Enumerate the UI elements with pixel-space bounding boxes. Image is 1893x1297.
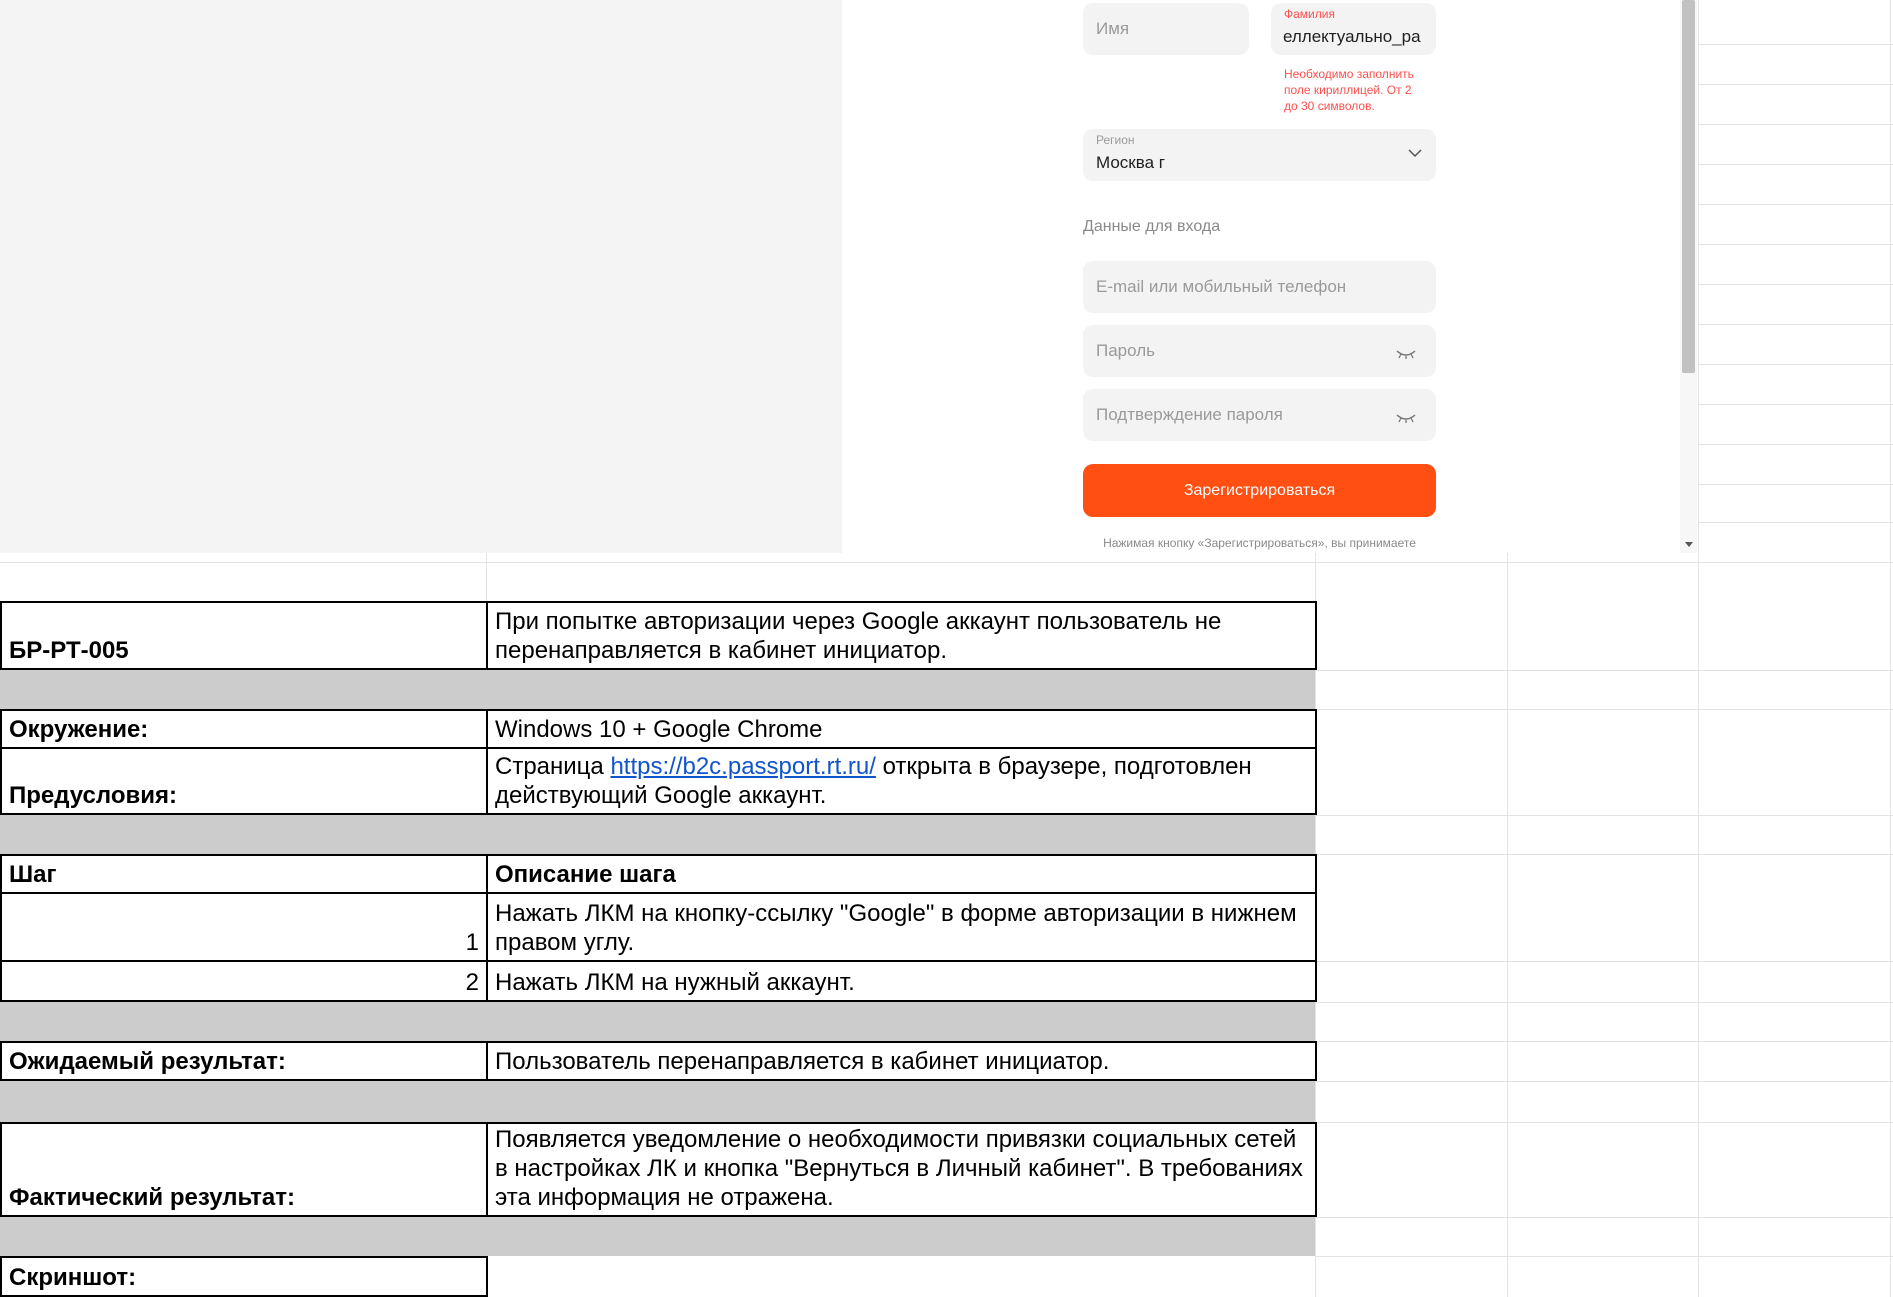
grid-vline [1890, 0, 1891, 1297]
grid-hline [1315, 961, 1893, 962]
login-section-title: Данные для входа [1083, 218, 1221, 235]
chevron-down-icon [1408, 149, 1422, 158]
preconditions-label-cell[interactable]: Предусловия: [0, 747, 488, 815]
environment-label-cell[interactable]: Окружение: [0, 709, 488, 749]
eye-closed-icon[interactable] [1396, 413, 1416, 423]
grid-vline [1507, 553, 1508, 1297]
email-placeholder: E-mail или мобильный телефон [1096, 277, 1347, 296]
screenshot-label-cell[interactable]: Скриншот: [0, 1256, 488, 1297]
terms-text: Нажимая кнопку «Зарегистрироваться», вы … [1103, 536, 1416, 550]
error-line: до 30 символов. [1284, 99, 1375, 113]
expected-label-cell[interactable]: Ожидаемый результат: [0, 1041, 488, 1081]
grid-hline [1698, 484, 1893, 485]
scroll-down-arrow-icon[interactable] [1684, 541, 1694, 548]
actual-label-cell[interactable]: Фактический результат: [0, 1122, 488, 1217]
first-name-placeholder: Имя [1096, 19, 1130, 38]
last-name-value: еллектуально_ра [1283, 27, 1421, 46]
grid-hline [1698, 324, 1893, 325]
embedded-screenshot: Имя Фамилия еллектуально_ра Необходимо з… [0, 0, 1697, 553]
password-placeholder: Пароль [1096, 341, 1155, 360]
step-number-cell[interactable]: 2 [0, 960, 488, 1002]
grid-hline [1315, 815, 1893, 816]
first-name-field[interactable]: Имя [1083, 3, 1249, 55]
grid-hline [1698, 444, 1893, 445]
scrollbar-thumb[interactable] [1682, 0, 1695, 373]
password-input[interactable]: Пароль [1083, 325, 1436, 377]
register-button[interactable]: Зарегистрироваться [1083, 464, 1436, 517]
last-name-label: Фамилия [1284, 7, 1335, 21]
last-name-error: Необходимо заполнить поле кириллицей. От… [1284, 66, 1414, 114]
environment-value-cell[interactable]: Windows 10 + Google Chrome [486, 709, 1317, 749]
grid-hline [1698, 204, 1893, 205]
grid-hline [1315, 670, 1893, 671]
bug-id-cell[interactable]: БР-РТ-005 [0, 601, 488, 670]
grid-hline [1698, 84, 1893, 85]
bug-summary-cell[interactable]: При попытке авторизации через Google акк… [486, 601, 1317, 670]
screenshot-left-panel [0, 0, 842, 553]
last-name-field[interactable]: Фамилия еллектуально_ра [1271, 3, 1436, 55]
region-label: Регион [1096, 133, 1135, 147]
region-select[interactable]: Регион Москва г [1083, 129, 1436, 181]
grid-hline [1698, 284, 1893, 285]
grid-hline [1315, 854, 1893, 855]
error-line: Необходимо заполнить [1284, 67, 1414, 81]
confirm-password-input[interactable]: Подтверждение пароля [1083, 389, 1436, 441]
grid-hline [1315, 1041, 1893, 1042]
separator-row [0, 815, 1315, 854]
grid-hline [1698, 404, 1893, 405]
expected-value-cell[interactable]: Пользователь перенаправляется в кабинет … [486, 1041, 1317, 1081]
preconditions-text: Страница https://b2c.passport.rt.ru/ отк… [495, 752, 1308, 810]
separator-row [0, 1217, 1315, 1256]
grid-vline [1698, 0, 1699, 1297]
grid-hline [1698, 244, 1893, 245]
eye-closed-icon[interactable] [1396, 349, 1416, 359]
step-text-cell[interactable]: Нажать ЛКМ на нужный аккаунт. [486, 960, 1317, 1002]
confirm-password-placeholder: Подтверждение пароля [1096, 405, 1283, 424]
step-number-cell[interactable]: 1 [0, 892, 488, 962]
preconditions-value-cell[interactable]: Страница https://b2c.passport.rt.ru/ отк… [486, 747, 1317, 815]
grid-hline [1315, 1122, 1893, 1123]
grid-hline [1315, 1217, 1893, 1218]
step-header-cell[interactable]: Шаг [0, 854, 488, 894]
grid-hline [1315, 709, 1893, 710]
separator-row [0, 1002, 1315, 1041]
actual-value-cell[interactable]: Появляется уведомление о необходимости п… [486, 1122, 1317, 1217]
region-value: Москва г [1096, 153, 1165, 172]
grid-hline [1698, 164, 1893, 165]
separator-row [0, 670, 1315, 709]
grid-hline [0, 562, 1893, 563]
separator-row [0, 1081, 1315, 1122]
grid-hline [1698, 522, 1893, 523]
grid-hline [1698, 124, 1893, 125]
grid-hline [1315, 1256, 1893, 1257]
email-input[interactable]: E-mail или мобильный телефон [1083, 261, 1436, 313]
grid-hline [1315, 1081, 1893, 1082]
step-description-header-cell[interactable]: Описание шага [486, 854, 1317, 894]
grid-hline [1315, 1002, 1893, 1003]
grid-hline [1698, 44, 1893, 45]
grid-hline [1698, 364, 1893, 365]
preconditions-text-before: Страница [495, 753, 611, 780]
step-text-cell[interactable]: Нажать ЛКМ на кнопку-ссылку "Google" в ф… [486, 892, 1317, 962]
error-line: поле кириллицей. От 2 [1284, 83, 1412, 97]
passport-link[interactable]: https://b2c.passport.rt.ru/ [610, 753, 875, 780]
